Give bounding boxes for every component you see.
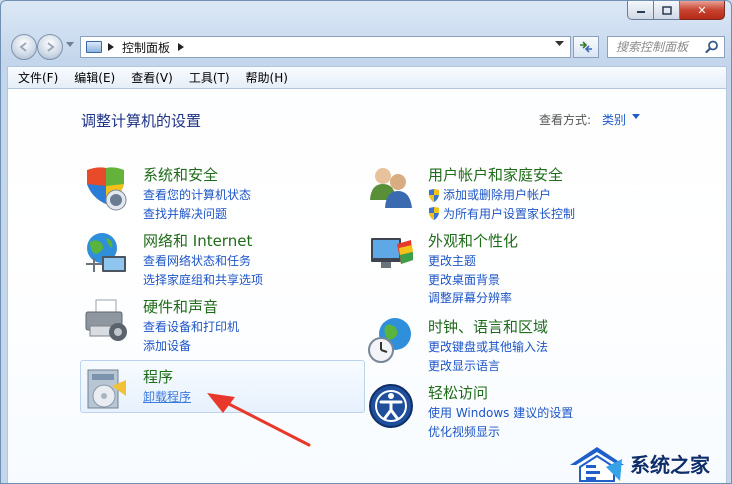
link-devices-printers[interactable]: 查看设备和打印机	[143, 318, 239, 337]
search-box[interactable]	[607, 36, 725, 58]
category-title[interactable]: 时钟、语言和区域	[428, 316, 548, 337]
link-add-remove-accounts[interactable]: 添加或删除用户帐户	[428, 186, 575, 205]
view-by-label: 查看方式:	[539, 113, 592, 127]
link-text[interactable]: 添加或删除用户帐户	[443, 186, 551, 205]
breadcrumb-control-panel[interactable]: 控制面板	[122, 39, 170, 56]
uac-shield-icon	[429, 188, 439, 202]
link-recommended-settings[interactable]: 使用 Windows 建议的设置	[428, 404, 573, 423]
forward-arrow-icon	[47, 42, 55, 52]
category-links: 卸载程序	[143, 388, 191, 407]
address-bar[interactable]: 控制面板	[80, 36, 571, 58]
caption-buttons: ✕	[627, 1, 725, 20]
chevron-down-icon	[66, 42, 74, 47]
navigation-bar: 控制面板	[1, 33, 731, 61]
watermark: 系统之家	[566, 441, 731, 483]
link-screen-resolution[interactable]: 调整屏幕分辨率	[428, 289, 512, 308]
link-view-computer-status[interactable]: 查看您的计算机状态	[143, 186, 251, 205]
category-title[interactable]: 硬件和声音	[143, 296, 218, 317]
menu-bar: 文件(F) 编辑(E) 查看(V) 工具(T) 帮助(H)	[7, 66, 727, 88]
category-title[interactable]: 用户帐户和家庭安全	[428, 164, 563, 185]
link-find-fix-problems[interactable]: 查找并解决问题	[143, 205, 251, 224]
forward-button[interactable]	[37, 34, 63, 60]
menu-file[interactable]: 文件(F)	[18, 69, 58, 86]
maximize-icon	[661, 5, 672, 15]
category-title[interactable]: 系统和安全	[143, 164, 218, 185]
link-change-display-language[interactable]: 更改显示语言	[428, 357, 548, 376]
refresh-button[interactable]	[573, 36, 599, 58]
category-links: 查看网络状态和任务 选择家庭组和共享选项	[143, 252, 263, 289]
monitor-palette-icon	[371, 238, 413, 268]
link-homegroup-sharing[interactable]: 选择家庭组和共享选项	[143, 271, 263, 290]
category-links: 添加或删除用户帐户 为所有用户设置家长控制	[428, 186, 575, 223]
ease-of-access-icon	[369, 384, 413, 428]
link-change-theme[interactable]: 更改主题	[428, 252, 512, 271]
link-optimize-display[interactable]: 优化视频显示	[428, 423, 573, 442]
close-icon: ✕	[697, 3, 707, 17]
category-title[interactable]: 轻松访问	[428, 382, 488, 403]
category-links: 更改键盘或其他输入法 更改显示语言	[428, 338, 548, 375]
recent-pages-dropdown[interactable]	[66, 41, 74, 50]
control-panel-window: ✕ 控制面板 搜索控制面板 文件(F) 编辑(E) 查看(V) 工具(T) 帮助…	[0, 0, 732, 484]
shield-icon	[87, 167, 127, 211]
content-area: 调整计算机的设置 查看方式: 类别 系统和安全 查看您的计算机状态 查找并解决问…	[7, 88, 727, 483]
link-view-network-status[interactable]: 查看网络状态和任务	[143, 252, 263, 271]
page-title: 调整计算机的设置	[81, 112, 202, 130]
back-arrow-icon	[19, 42, 27, 52]
search-icon[interactable]	[705, 40, 719, 54]
category-links: 查看设备和打印机 添加设备	[143, 318, 239, 355]
uac-shield-icon	[429, 207, 439, 221]
link-add-device[interactable]: 添加设备	[143, 337, 239, 356]
menu-edit[interactable]: 编辑(E)	[74, 69, 115, 86]
back-button[interactable]	[11, 34, 37, 60]
link-uninstall-program[interactable]: 卸载程序	[143, 388, 191, 407]
control-panel-icon	[86, 41, 102, 53]
view-by-dropdown[interactable]: 类别	[602, 111, 626, 128]
address-dropdown-icon[interactable]	[555, 41, 564, 47]
category-title[interactable]: 网络和 Internet	[143, 230, 252, 251]
globe-network-icon	[86, 233, 126, 272]
minimize-button[interactable]	[627, 1, 654, 20]
category-links: 更改主题 更改桌面背景 调整屏幕分辨率	[428, 252, 512, 308]
search-input[interactable]	[616, 40, 698, 54]
annotation-arrow-icon	[207, 393, 311, 447]
link-change-wallpaper[interactable]: 更改桌面背景	[428, 271, 512, 290]
printer-icon	[85, 299, 127, 341]
category-links: 查看您的计算机状态 查找并解决问题	[143, 186, 251, 223]
link-change-input-method[interactable]: 更改键盘或其他输入法	[428, 338, 548, 357]
link-parental-controls[interactable]: 为所有用户设置家长控制	[428, 205, 575, 224]
close-button[interactable]: ✕	[680, 1, 725, 20]
refresh-icon	[580, 41, 592, 53]
watermark-text: 系统之家	[630, 452, 710, 477]
maximize-button[interactable]	[654, 1, 680, 20]
category-title[interactable]: 程序	[143, 366, 173, 387]
link-text[interactable]: 为所有用户设置家长控制	[443, 205, 575, 224]
users-icon	[370, 168, 412, 208]
minimize-icon	[636, 11, 645, 13]
menu-view[interactable]: 查看(V)	[131, 69, 173, 86]
category-links: 使用 Windows 建议的设置 优化视频显示	[428, 404, 573, 441]
house-logo-icon	[570, 447, 624, 482]
clock-globe-icon	[368, 318, 411, 363]
programs-icon	[87, 369, 126, 409]
breadcrumb-arrow-icon[interactable]	[178, 43, 185, 51]
menu-tools[interactable]: 工具(T)	[189, 69, 230, 86]
breadcrumb-arrow-icon[interactable]	[108, 43, 114, 51]
menu-help[interactable]: 帮助(H)	[246, 69, 288, 86]
chevron-down-icon[interactable]	[632, 114, 640, 120]
category-title[interactable]: 外观和个性化	[428, 230, 518, 251]
